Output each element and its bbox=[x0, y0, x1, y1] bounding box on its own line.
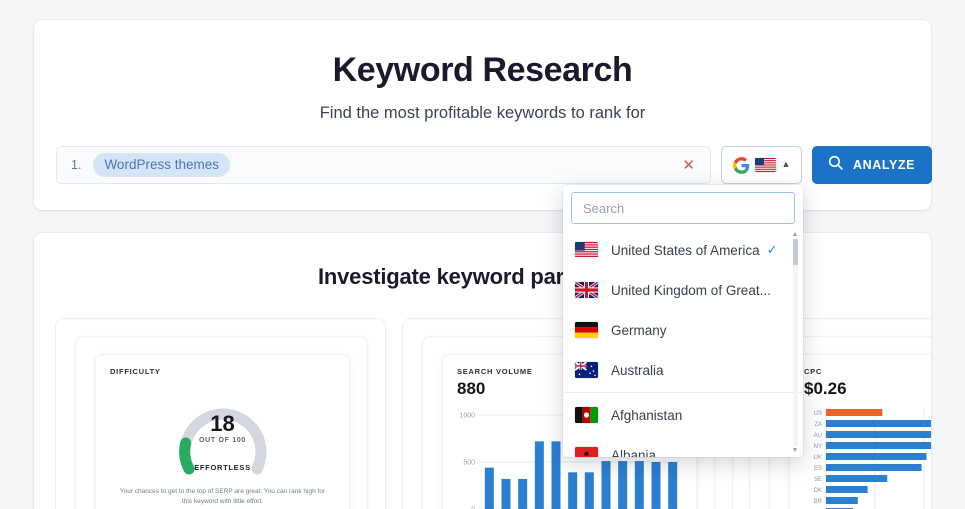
scroll-up-icon[interactable]: ▲ bbox=[791, 231, 799, 238]
svg-text:SE: SE bbox=[814, 477, 822, 483]
scrollbar-thumb[interactable] bbox=[792, 239, 798, 265]
au-flag-icon bbox=[575, 362, 598, 378]
svg-text:BR: BR bbox=[814, 499, 823, 505]
svg-text:ES: ES bbox=[814, 466, 822, 472]
scroll-down-icon[interactable]: ▼ bbox=[791, 447, 799, 454]
gb-flag-icon bbox=[575, 282, 598, 298]
search-row: 1. WordPress themes ✕ ▲ ANALYZE bbox=[56, 146, 933, 184]
difficulty-card-mid: DIFFICULTY 18 OUT OF 100 EFFORTLESS Your… bbox=[75, 336, 368, 509]
country-search-wrap bbox=[563, 185, 803, 230]
check-icon: ✓ bbox=[766, 242, 778, 257]
difficulty-card: DIFFICULTY 18 OUT OF 100 EFFORTLESS Your… bbox=[55, 318, 386, 509]
country-list: United States of America ✓ United Kingdom … bbox=[563, 230, 803, 457]
svg-text:500: 500 bbox=[463, 460, 475, 467]
country-name: Albania bbox=[611, 447, 657, 458]
scrollbar-track[interactable] bbox=[792, 239, 798, 446]
country-name: United Kingdom of Great... bbox=[611, 282, 771, 298]
country-name: Germany bbox=[611, 322, 667, 338]
difficulty-description: Your chances to get to the top of SERP a… bbox=[119, 488, 326, 506]
difficulty-label: DIFFICULTY bbox=[110, 367, 161, 376]
difficulty-card-inner: DIFFICULTY 18 OUT OF 100 EFFORTLESS Your… bbox=[95, 354, 350, 509]
dropdown-scrollbar[interactable]: ▲ ▼ bbox=[790, 231, 800, 454]
page-root: Keyword Research Find the most profitabl… bbox=[0, 0, 965, 509]
country-search-input[interactable] bbox=[571, 192, 795, 224]
difficulty-gauge: 18 OUT OF 100 EFFORTLESS bbox=[110, 381, 335, 481]
svg-text:1000: 1000 bbox=[459, 413, 475, 420]
page-subtitle: Find the most profitable keywords to ran… bbox=[319, 104, 646, 123]
cpc-value: $0.26 bbox=[804, 379, 847, 398]
al-flag-icon bbox=[575, 447, 598, 457]
google-icon bbox=[732, 156, 750, 174]
de-flag-icon bbox=[575, 322, 598, 338]
country-option[interactable]: Australia bbox=[563, 350, 803, 390]
page-title: Keyword Research bbox=[332, 51, 633, 89]
us-flag-icon bbox=[754, 158, 776, 172]
country-name: Afghanistan bbox=[611, 407, 683, 423]
svg-text:NY: NY bbox=[814, 444, 822, 450]
svg-text:US: US bbox=[814, 411, 822, 417]
clear-icon[interactable]: ✕ bbox=[677, 158, 700, 173]
country-name: Australia bbox=[611, 362, 664, 378]
cpc-label: CPC bbox=[804, 367, 823, 376]
country-option[interactable]: United States of America ✓ bbox=[563, 230, 803, 270]
dropdown-separator bbox=[563, 392, 803, 393]
country-option[interactable]: Afghanistan bbox=[563, 395, 803, 435]
analyze-label: ANALYZE bbox=[853, 158, 916, 172]
country-name: United States of America bbox=[611, 242, 760, 258]
keyword-index: 1. bbox=[71, 158, 82, 172]
cpc-chart: 00.10.20.30.4USZAAUNYUKESSEDKBRCA bbox=[804, 403, 931, 509]
chevron-up-icon: ▲ bbox=[781, 159, 791, 169]
difficulty-value: 18 bbox=[210, 411, 235, 436]
search-engine-locale-button[interactable]: ▲ bbox=[721, 146, 802, 184]
analyze-button[interactable]: ANALYZE bbox=[812, 146, 933, 184]
keyword-tag[interactable]: WordPress themes bbox=[93, 153, 230, 177]
cpc-card-inner: CPC $0.26 00.10.20.30.4USZAAUNYUKESSEDKB… bbox=[789, 354, 931, 509]
country-dropdown[interactable]: United States of America ✓ United Kingdom … bbox=[563, 185, 803, 457]
us-flag-icon bbox=[575, 242, 598, 258]
svg-text:DK: DK bbox=[814, 488, 822, 494]
keyword-research-panel: Keyword Research Find the most profitabl… bbox=[34, 20, 933, 210]
cpc-bars: 00.10.20.30.4USZAAUNYUKESSEDKBRCA bbox=[814, 407, 931, 509]
svg-text:ZA: ZA bbox=[814, 422, 822, 428]
country-option[interactable]: Albania bbox=[563, 435, 803, 457]
af-flag-icon bbox=[575, 407, 598, 423]
keyword-input[interactable]: 1. WordPress themes ✕ bbox=[56, 146, 711, 184]
country-option[interactable]: Germany bbox=[563, 310, 803, 350]
svg-text:UK: UK bbox=[814, 455, 822, 461]
svg-text:AU: AU bbox=[814, 433, 822, 439]
difficulty-out-of: OUT OF 100 bbox=[198, 437, 247, 444]
search-icon bbox=[827, 154, 844, 176]
difficulty-verdict: EFFORTLESS bbox=[194, 463, 251, 472]
country-option[interactable]: United Kingdom of Great... bbox=[563, 270, 803, 310]
